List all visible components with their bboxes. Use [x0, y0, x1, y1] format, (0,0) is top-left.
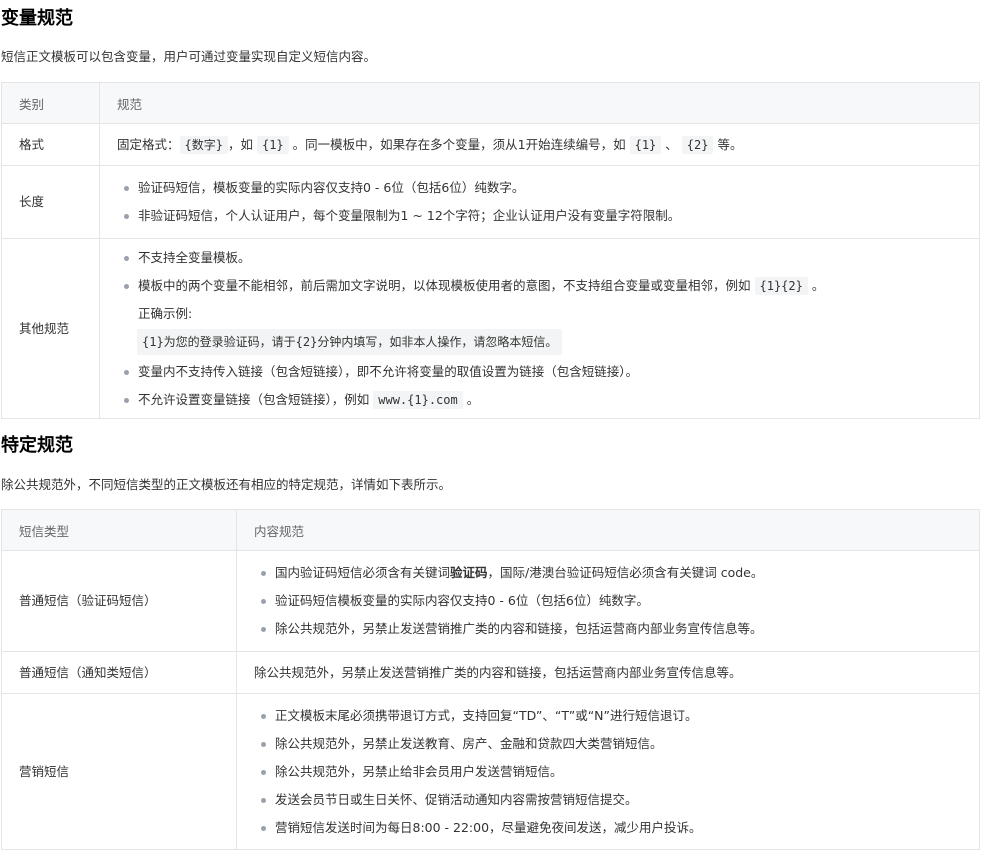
format-text-1: 固定格式：	[117, 136, 180, 152]
format-text-2: ，如	[227, 136, 253, 152]
verification-rules: 国内验证码短信必须含有关键词验证码，国际/港澳台验证码短信必须含有关键词 cod…	[236, 550, 980, 652]
list-item: 发送会员节日或生日关怀、促销活动通知内容需按营销短信提交。	[254, 786, 979, 814]
link-rule-end: 。	[466, 391, 480, 407]
table-row-marketing: 营销短信 正文模板末尾必须携带退订方式，支持回复“TD”、“T”或“N”进行短信…	[1, 693, 980, 850]
table-row-length: 长度 验证码短信，模板变量的实际内容仅支持0 - 6位（包括6位）纯数字。 非验…	[1, 165, 980, 239]
format-text-4: 、	[665, 136, 678, 152]
keyword-bold: 验证码	[450, 565, 488, 580]
header-category: 类别	[1, 82, 100, 124]
list-item: 不支持全变量模板。	[117, 244, 979, 272]
section-title-variable: 变量规范	[1, 8, 73, 29]
row-label-other: 其他规范	[1, 238, 100, 419]
link-rule-text: 不允许设置变量链接（包含短链接），例如	[138, 391, 370, 407]
adjacent-rule-end: 。	[811, 277, 825, 293]
format-code-digit: {数字}	[179, 135, 228, 154]
list-item: 除公共规范外，另禁止发送营销推广类的内容和链接，包括运营商内部业务宣传信息等。	[254, 615, 979, 643]
list-item: 除公共规范外，另禁止给非会员用户发送营销短信。	[254, 758, 979, 786]
row-label-verification: 普通短信（验证码短信）	[1, 550, 237, 652]
adjacent-rule-text: 模板中的两个变量不能相邻，前后需加文字说明，以体现模板使用者的意图，不支持组合变…	[138, 277, 751, 293]
list-item: 验证码短信，模板变量的实际内容仅支持0 - 6位（包括6位）纯数字。	[117, 174, 979, 202]
header-spec: 规范	[99, 82, 980, 124]
header-sms-type: 短信类型	[1, 509, 237, 551]
notification-rule: 除公共规范外，另禁止发送营销推广类的内容和链接，包括运营商内部业务宣传信息等。	[236, 651, 980, 694]
format-code-1b: {1}	[629, 135, 662, 154]
length-rules: 验证码短信，模板变量的实际内容仅支持0 - 6位（包括6位）纯数字。 非验证码短…	[99, 165, 980, 239]
list-item: 不允许设置变量链接（包含短链接），例如 www.{1}.com 。	[117, 386, 979, 414]
example-code: {1}为您的登录验证码，请于{2}分钟内填写，如非本人操作，请忽略本短信。	[137, 328, 563, 355]
example-block: 正确示例: {1}为您的登录验证码，请于{2}分钟内填写，如非本人操作，请忽略本…	[117, 300, 979, 358]
list-item: 国内验证码短信必须含有关键词验证码，国际/港澳台验证码短信必须含有关键词 cod…	[254, 559, 979, 587]
list-item: 除公共规范外，另禁止发送教育、房产、金融和贷款四大类营销短信。	[254, 730, 979, 758]
list-item: 营销短信发送时间为每日8:00 - 22:00，尽量避免夜间发送，减少用户投诉。	[254, 814, 979, 842]
link-example-code: www.{1}.com	[373, 390, 463, 409]
adjacent-example-code: {1}{2}	[754, 276, 808, 295]
format-rule: 固定格式： {数字} ，如 {1} 。同一模板中，如果存在多个变量，须从1开始连续编…	[99, 123, 980, 166]
list-item: 变量内不支持传入链接（包含短链接），即不允许将变量的取值设置为链接（包含短链接）…	[117, 358, 979, 386]
format-code-2: {2}	[681, 135, 714, 154]
row-label-marketing: 营销短信	[1, 693, 237, 850]
specific-spec-table: 短信类型 内容规范 普通短信（验证码短信） 国内验证码短信必须含有关键词验证码，…	[1, 509, 980, 850]
other-rules: 不支持全变量模板。 模板中的两个变量不能相邻，前后需加文字说明，以体现模板使用者…	[99, 238, 980, 419]
list-item: 验证码短信模板变量的实际内容仅支持0 - 6位（包括6位）纯数字。	[254, 587, 979, 615]
table-header-row: 短信类型 内容规范	[1, 509, 980, 551]
list-item: 非验证码短信，个人认证用户，每个变量限制为1 ~ 12个字符；企业认证用户没有变…	[117, 202, 979, 230]
table-row-format: 格式 固定格式： {数字} ，如 {1} 。同一模板中，如果存在多个变量，须从1开始…	[1, 123, 980, 166]
section-title-specific: 特定规范	[1, 435, 73, 456]
format-code-1: {1}	[256, 135, 289, 154]
keyword-rule-post: ，国际/港澳台验证码短信必须含有关键词 code。	[487, 565, 764, 580]
table-header-row: 类别 规范	[1, 82, 980, 124]
variable-spec-table: 类别 规范 格式 固定格式： {数字} ，如 {1} 。同一模板中，如果存在多个变量…	[1, 82, 980, 419]
table-row-other: 其他规范 不支持全变量模板。 模板中的两个变量不能相邻，前后需加文字说明，以体现…	[1, 238, 980, 419]
table-row-notification: 普通短信（通知类短信） 除公共规范外，另禁止发送营销推广类的内容和链接，包括运营…	[1, 651, 980, 694]
row-label-notification: 普通短信（通知类短信）	[1, 651, 237, 694]
format-text-5: 等。	[717, 136, 743, 152]
row-label-format: 格式	[1, 123, 100, 166]
row-label-length: 长度	[1, 165, 100, 239]
header-content-spec: 内容规范	[236, 509, 980, 551]
list-item: 正文模板末尾必须携带退订方式，支持回复“TD”、“T”或“N”进行短信退订。	[254, 702, 979, 730]
format-text-3: 。同一模板中，如果存在多个变量，须从1开始连续编号，如	[292, 136, 626, 152]
section-intro-specific: 除公共规范外，不同短信类型的正文模板还有相应的特定规范，详情如下表所示。	[1, 477, 452, 492]
keyword-rule-pre: 国内验证码短信必须含有关键词	[275, 565, 451, 580]
section-intro-variable: 短信正文模板可以包含变量，用户可通过变量实现自定义短信内容。	[1, 49, 377, 64]
list-item: 模板中的两个变量不能相邻，前后需加文字说明，以体现模板使用者的意图，不支持组合变…	[117, 272, 979, 300]
table-row-verification: 普通短信（验证码短信） 国内验证码短信必须含有关键词验证码，国际/港澳台验证码短…	[1, 550, 980, 652]
marketing-rules: 正文模板末尾必须携带退订方式，支持回复“TD”、“T”或“N”进行短信退订。 除…	[236, 693, 980, 850]
example-label: 正确示例:	[138, 305, 193, 321]
